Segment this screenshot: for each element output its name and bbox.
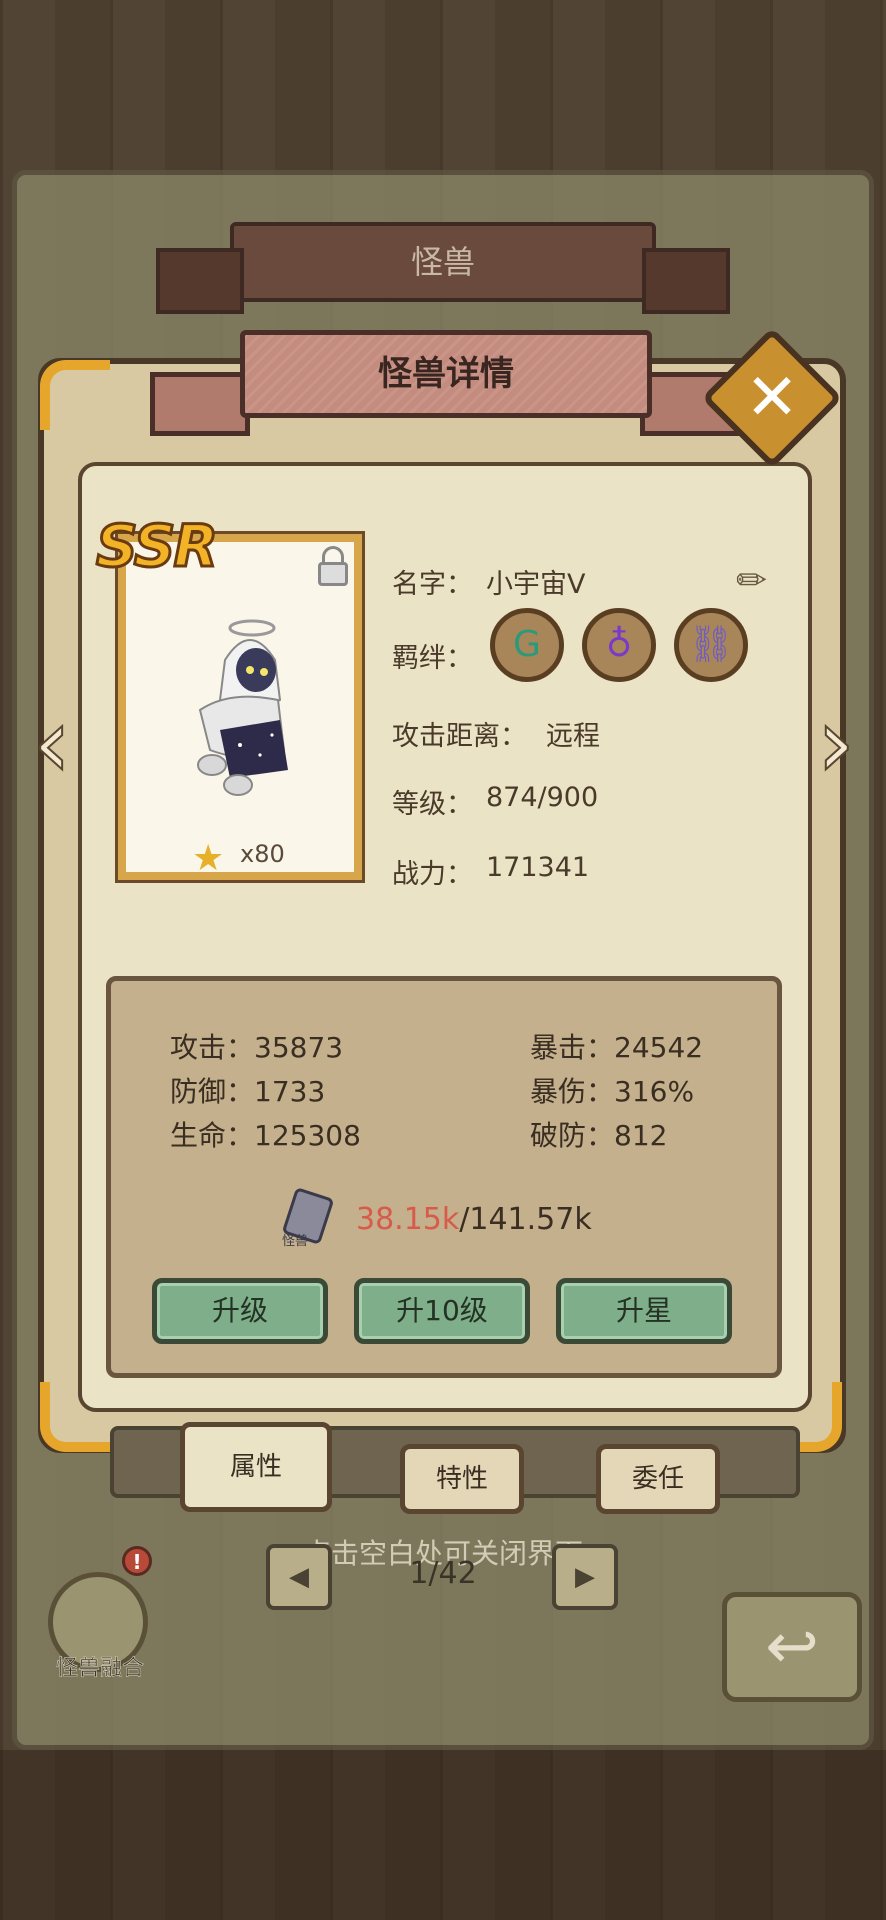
power-value: 171341: [486, 852, 590, 883]
crit-damage-stat: 暴伤：316%: [530, 1075, 695, 1108]
close-icon[interactable]: ✕: [722, 348, 822, 448]
bond-icon-2[interactable]: ♁: [582, 608, 656, 682]
bond-icon-1[interactable]: G: [490, 608, 564, 682]
fusion-label: 怪兽融合: [55, 1656, 145, 1682]
tab-commission[interactable]: 委任: [596, 1444, 720, 1514]
level-up-10-button[interactable]: 升10级: [354, 1278, 530, 1344]
tab-attributes[interactable]: 属性: [180, 1422, 332, 1512]
next-page-button[interactable]: ▶: [552, 1544, 618, 1610]
range-value: 远程: [546, 721, 600, 752]
next-monster-arrow[interactable]: ›: [806, 687, 866, 799]
dialog-title: 怪兽详情: [378, 354, 514, 394]
notification-badge: !: [122, 1546, 152, 1576]
dialog-title-ribbon: 怪兽详情: [240, 330, 652, 418]
exp-icon-label: 怪兽: [282, 1234, 309, 1249]
monster-illustration: [197, 619, 288, 796]
attack-stat: 攻击：35873: [170, 1031, 344, 1064]
star-up-button[interactable]: 升星: [556, 1278, 732, 1344]
crit-stat: 暴击：24542: [530, 1031, 704, 1064]
hp-stat: 生命：125308: [170, 1119, 361, 1152]
rarity-badge: SSR: [94, 511, 219, 582]
background-title-ribbon: 怪兽: [156, 222, 730, 314]
exp-progress: 38.15k/141.57k: [356, 1202, 592, 1237]
level-up-button[interactable]: 升级: [152, 1278, 328, 1344]
level-value: 874/900: [486, 782, 599, 813]
power-label: 战力：: [392, 859, 473, 890]
star-count: x80: [240, 840, 285, 868]
bond-label: 羁绊：: [392, 643, 473, 674]
tab-traits[interactable]: 特性: [400, 1444, 524, 1514]
back-button[interactable]: ↩: [722, 1592, 862, 1702]
corner-decoration: [40, 360, 110, 430]
range-label: 攻击距离：: [392, 721, 527, 752]
bond-icon-3[interactable]: ⛓: [674, 608, 748, 682]
ribbon-tail: [150, 372, 250, 436]
exp-total: /141.57k: [459, 1202, 592, 1237]
level-label: 等级：: [392, 789, 473, 820]
defense-stat: 防御：1733: [170, 1075, 326, 1108]
prev-monster-arrow[interactable]: ‹: [22, 687, 82, 799]
background-title: 怪兽: [410, 243, 475, 281]
name-label: 名字：: [392, 569, 473, 600]
lock-icon[interactable]: [318, 562, 348, 586]
star-icon: ★: [192, 838, 225, 879]
armor-pen-stat: 破防：812: [530, 1119, 668, 1152]
exp-current: 38.15k: [356, 1202, 460, 1237]
name-value: 小宇宙Ⅴ: [486, 569, 586, 600]
